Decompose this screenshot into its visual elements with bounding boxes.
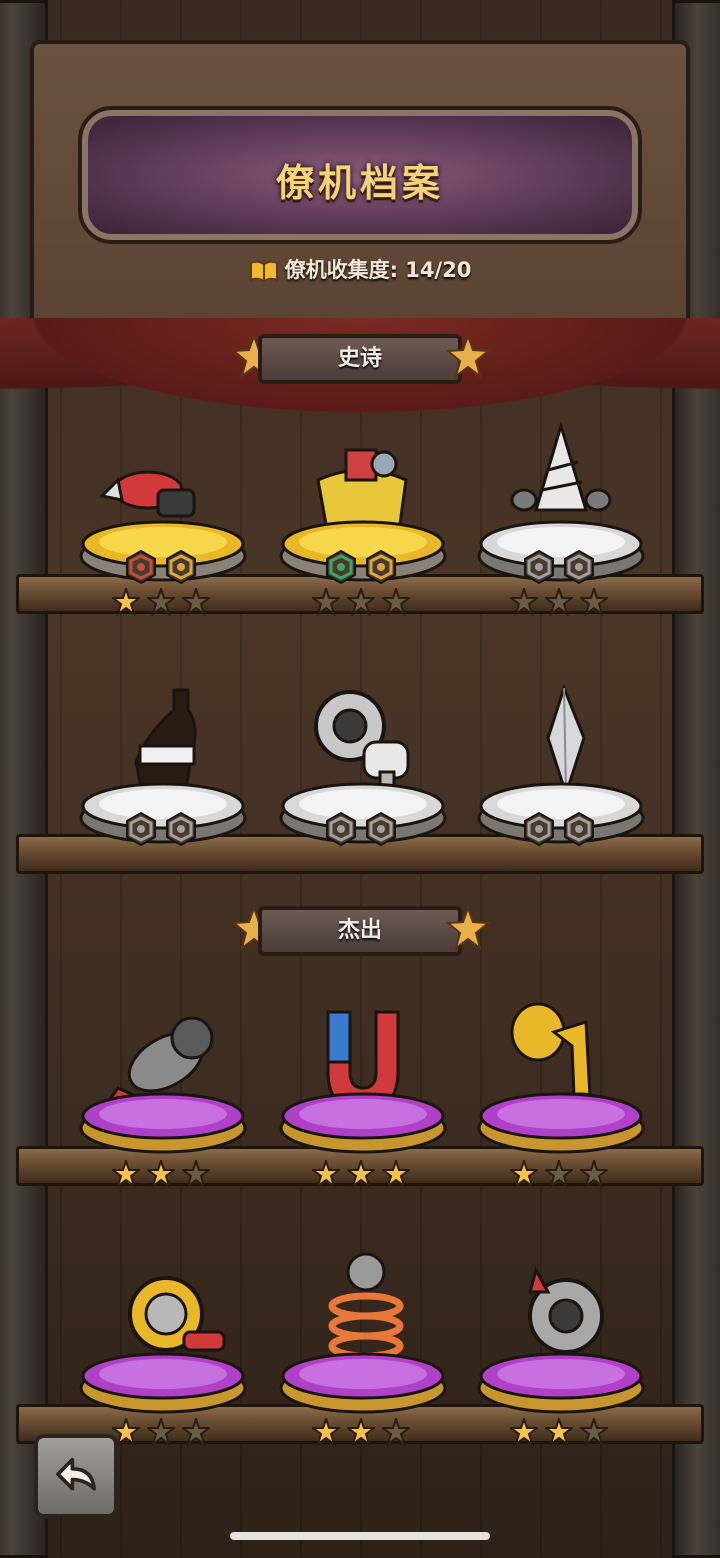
pedestal — [477, 1352, 645, 1414]
star-filled-icon — [545, 1418, 573, 1446]
star-empty-icon — [382, 1418, 410, 1446]
back-button[interactable] — [34, 1434, 118, 1518]
star-empty-icon — [580, 1160, 608, 1188]
home-indicator[interactable] — [230, 1532, 490, 1540]
pedestal — [279, 782, 447, 844]
star-empty-icon — [382, 588, 410, 616]
star-empty-icon — [147, 1418, 175, 1446]
star-filled-icon — [147, 1160, 175, 1188]
pedestal — [279, 1092, 447, 1154]
star-filled-icon — [347, 1418, 375, 1446]
star-empty-icon — [580, 588, 608, 616]
gear-gray-icon — [564, 550, 594, 584]
spiral-green-icon — [326, 550, 356, 584]
section-banner-elite: 杰出 — [258, 906, 462, 956]
pedestal — [477, 520, 645, 582]
star-empty-icon — [347, 588, 375, 616]
gear-gold-icon — [366, 550, 396, 584]
page-title: 僚机档案 — [275, 161, 444, 205]
star-filled-icon — [347, 1160, 375, 1188]
banner-star-right-icon — [446, 334, 490, 378]
star-filled-icon — [112, 588, 140, 616]
star-filled-icon — [510, 1418, 538, 1446]
star-empty-icon — [182, 1160, 210, 1188]
star-filled-icon — [312, 1160, 340, 1188]
star-filled-icon — [112, 1160, 140, 1188]
star-empty-icon — [182, 588, 210, 616]
gear-gray-icon — [564, 812, 594, 846]
collection-label: 僚机收集度: — [284, 258, 398, 282]
gear-gray-icon — [366, 812, 396, 846]
pedestal — [279, 520, 447, 582]
star-empty-icon — [545, 1160, 573, 1188]
pedestal — [79, 1092, 247, 1154]
swirl-gray-icon — [126, 812, 156, 846]
pedestal — [477, 782, 645, 844]
spiral-gray-icon — [524, 812, 554, 846]
collection-value: 14/20 — [405, 258, 472, 282]
star-filled-icon — [510, 1160, 538, 1188]
section-banner-epic: 史诗 — [258, 334, 462, 384]
book-icon — [249, 260, 278, 283]
rain-gray-icon — [326, 812, 356, 846]
pedestal — [79, 1352, 247, 1414]
star-empty-icon — [580, 1418, 608, 1446]
pedestal — [79, 520, 247, 582]
gear-gray-icon — [166, 812, 196, 846]
star-empty-icon — [147, 588, 175, 616]
star-empty-icon — [312, 588, 340, 616]
archive-scene: 僚机档案 僚机收集度: 14/20 史诗 杰出 — [0, 0, 720, 1558]
star-empty-icon — [545, 588, 573, 616]
banner-star-right-icon — [446, 906, 490, 950]
pedestal — [477, 1092, 645, 1154]
star-filled-icon — [312, 1418, 340, 1446]
star-filled-icon — [382, 1160, 410, 1188]
pedestal — [79, 782, 247, 844]
collection-progress: 僚机收集度: 14/20 — [0, 254, 720, 284]
gear-gold-icon — [166, 550, 196, 584]
star-empty-icon — [182, 1418, 210, 1446]
gear-red-icon — [126, 550, 156, 584]
back-arrow-icon — [56, 1457, 96, 1491]
pedestal — [279, 1352, 447, 1414]
star-empty-icon — [510, 588, 538, 616]
swirl-gray-icon — [524, 550, 554, 584]
